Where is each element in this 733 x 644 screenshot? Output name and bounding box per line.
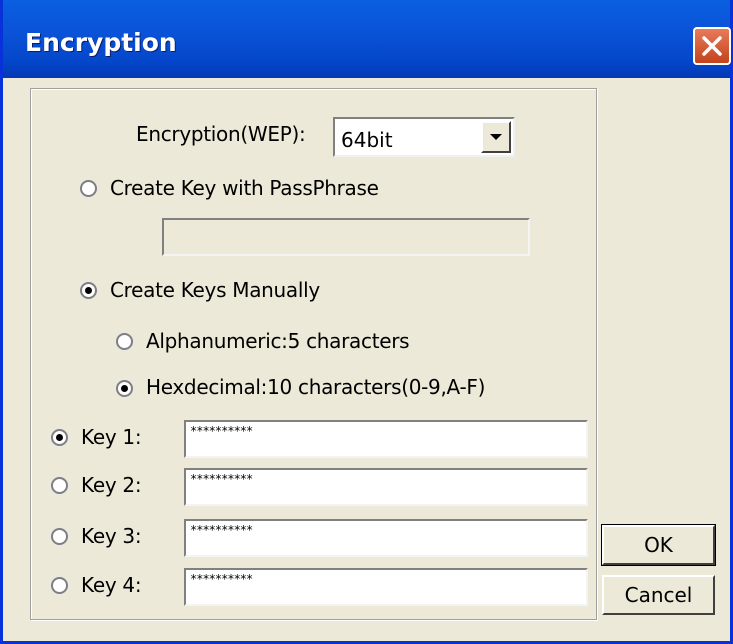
hexdecimal-radio[interactable] [116,380,133,397]
key3-radio[interactable] [51,528,68,545]
passphrase-radio-label[interactable]: Create Key with PassPhrase [110,176,379,200]
manual-keys-radio[interactable] [80,282,97,299]
encryption-wep-select[interactable]: 64bit [333,117,515,157]
key3-input[interactable]: ********** [184,519,588,557]
key2-radio[interactable] [51,477,68,494]
key1-label: Key 1: [81,425,142,449]
window-title: Encryption [25,28,177,57]
passphrase-radio[interactable] [80,180,97,197]
key1-value: ********** [190,424,253,438]
key2-value: ********** [190,472,253,486]
key4-label: Key 4: [81,573,142,597]
passphrase-input[interactable] [162,218,530,256]
key1-radio[interactable] [51,429,68,446]
cancel-button[interactable]: Cancel [602,575,715,615]
dialog-body: Encryption(WEP): 64bit Create Key with P… [3,78,730,641]
encryption-wep-label: Encryption(WEP): [136,122,306,146]
key4-input[interactable]: ********** [184,568,588,606]
encryption-dialog: Encryption Encryption(WEP): 64bit Create… [0,0,733,644]
close-icon [702,36,722,56]
title-bar[interactable]: Encryption [3,0,731,78]
close-button[interactable] [693,27,731,65]
hexdecimal-radio-label[interactable]: Hexdecimal:10 characters(0-9,A-F) [146,375,485,399]
ok-button[interactable]: OK [601,524,716,566]
manual-keys-radio-label[interactable]: Create Keys Manually [110,278,320,302]
dropdown-button[interactable] [481,121,511,153]
key3-value: ********** [190,523,253,537]
key2-label: Key 2: [81,473,142,497]
alphanumeric-radio-label[interactable]: Alphanumeric:5 characters [146,329,410,353]
key4-value: ********** [190,572,253,586]
key3-label: Key 3: [81,524,142,548]
chevron-down-icon [490,134,502,140]
encryption-wep-value: 64bit [341,128,393,152]
key1-input[interactable]: ********** [184,420,588,458]
key2-input[interactable]: ********** [184,468,588,506]
key4-radio[interactable] [51,577,68,594]
alphanumeric-radio[interactable] [116,333,133,350]
